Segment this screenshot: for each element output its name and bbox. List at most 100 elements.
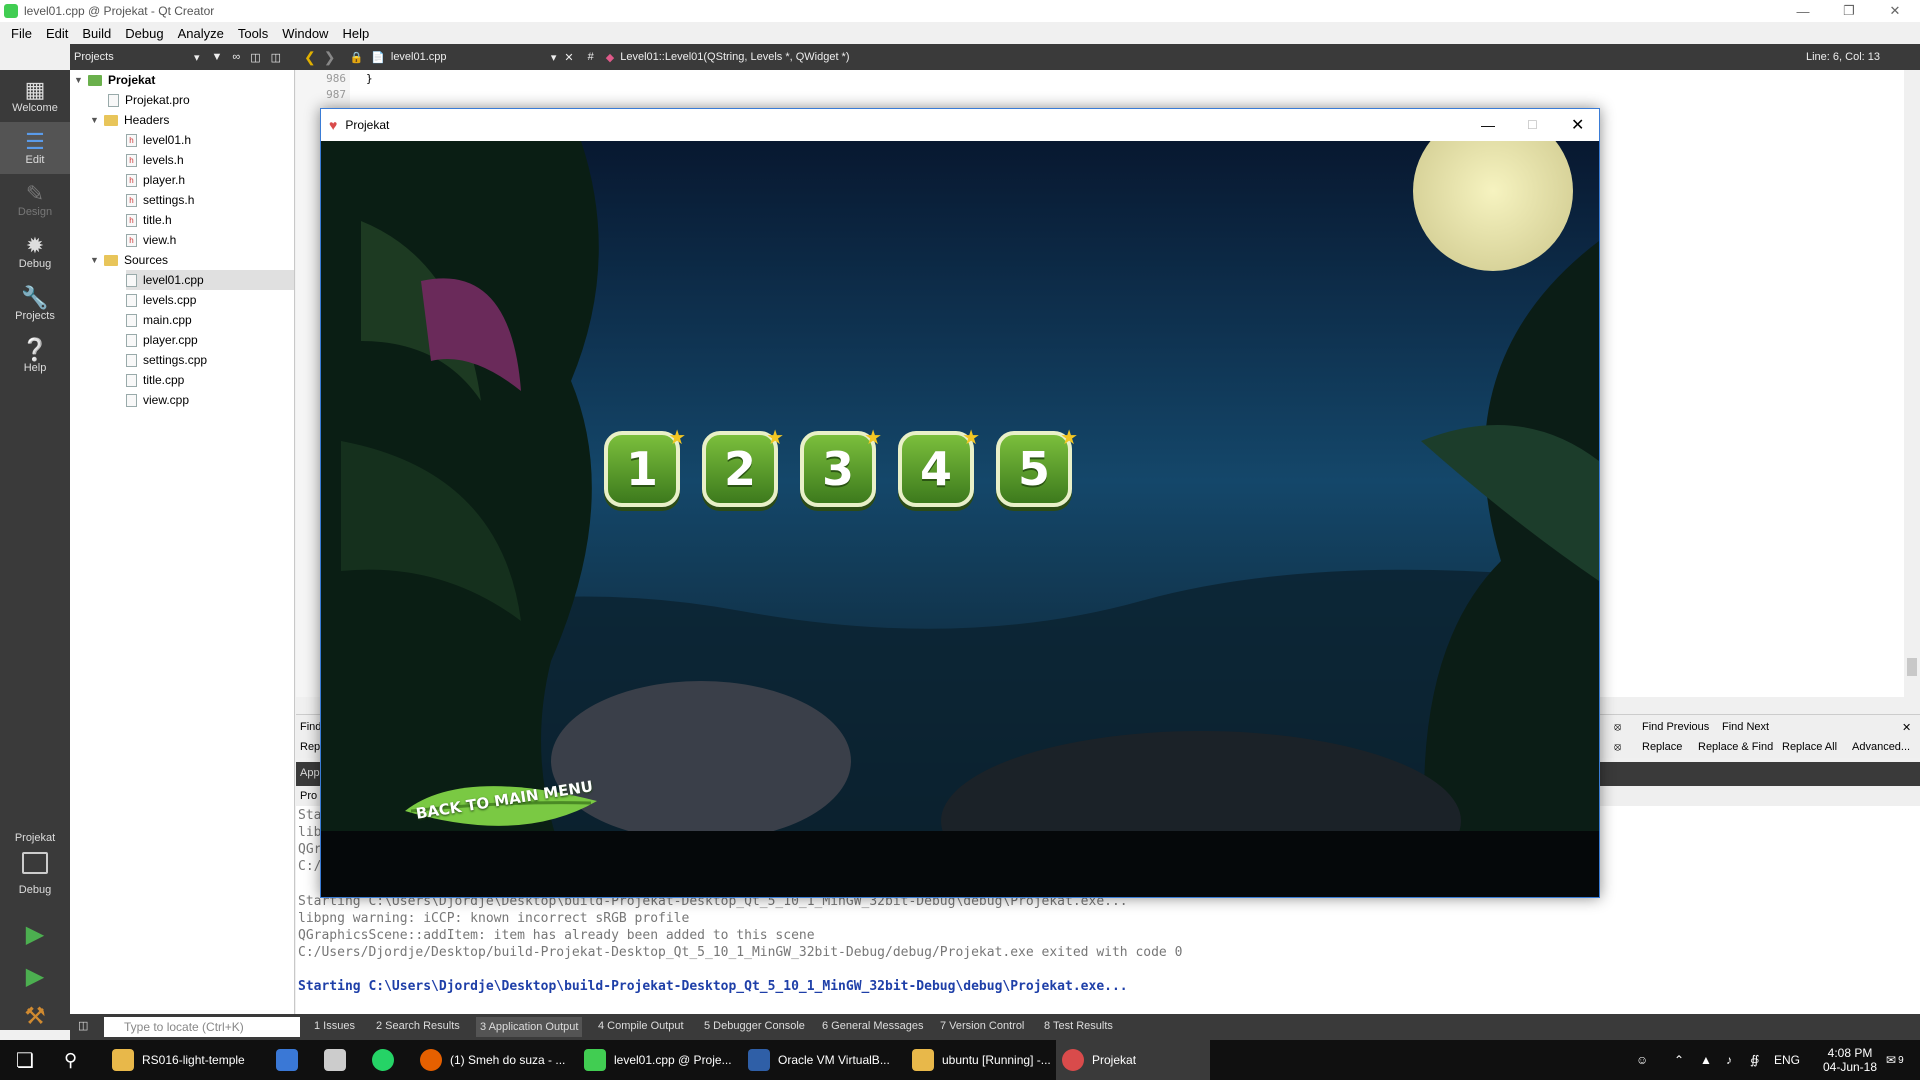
tree-item[interactable]: title.cpp [126, 370, 184, 390]
taskbar-item[interactable]: (1) Smeh do suza - ... [414, 1040, 574, 1080]
back-to-main-menu-button[interactable]: BACK TO MAIN MENU [401, 771, 601, 841]
sidebar-toggle-icon[interactable]: ◫ [78, 1019, 88, 1032]
editor-scrollbar[interactable] [1904, 70, 1920, 710]
tab-general-messages[interactable]: 6 General Messages [822, 1020, 924, 1032]
mode-projects[interactable]: 🔧 Projects [0, 278, 70, 330]
taskbar-item[interactable]: ubuntu [Running] -... [906, 1040, 1066, 1080]
level-2-button[interactable]: 2 ★ [702, 427, 784, 507]
level-3-button[interactable]: 3 ★ [800, 427, 882, 507]
tab-issues[interactable]: 1 Issues [314, 1020, 355, 1032]
restore-button[interactable]: ❐ [1826, 0, 1872, 22]
back-arrow-icon[interactable]: ❮ [304, 49, 316, 66]
menu-help[interactable]: Help [335, 26, 376, 41]
tree-item[interactable]: main.cpp [126, 310, 192, 330]
search-icon[interactable]: ⚲ [58, 1040, 77, 1080]
tab-debugger-console[interactable]: 5 Debugger Console [704, 1020, 805, 1032]
find-next-button[interactable]: Find Next [1722, 721, 1769, 733]
close-panel-icon[interactable]: ◫ [271, 51, 281, 64]
close-button[interactable]: ✕ [1872, 0, 1918, 22]
people-icon[interactable]: ☺ [1636, 1040, 1648, 1080]
tree-item[interactable]: h view.h [126, 230, 176, 250]
taskbar-item[interactable] [270, 1040, 314, 1080]
symbol-selector[interactable]: Level01::Level01(QString, Levels *, QWid… [620, 51, 849, 63]
link-icon[interactable]: ∞ [232, 51, 240, 63]
debug-run-icon[interactable]: ▶ [20, 962, 50, 992]
taskbar-item[interactable]: Oracle VM VirtualB... [742, 1040, 902, 1080]
scrollbar-thumb[interactable] [1907, 658, 1917, 676]
volume-icon[interactable]: ♪ [1726, 1040, 1732, 1080]
tree-root[interactable]: ▼ Projekat [74, 70, 155, 90]
tree-item[interactable]: settings.cpp [126, 350, 207, 370]
level-1-button[interactable]: 1 ★ [604, 427, 686, 507]
replace-find-button[interactable]: Replace & Find [1698, 741, 1773, 753]
network-icon[interactable]: ▲ [1700, 1040, 1712, 1080]
close-icon[interactable]: ✕ [1902, 721, 1911, 734]
tab-search-results[interactable]: 2 Search Results [376, 1020, 460, 1032]
tree-item[interactable]: h level01.h [126, 130, 191, 150]
menu-window[interactable]: Window [275, 26, 335, 41]
advanced-button[interactable]: Advanced... [1852, 741, 1910, 753]
expand-arrow-icon[interactable]: ▼ [74, 75, 88, 85]
tree-item-pro[interactable]: Projekat.pro [108, 90, 190, 110]
filter-icon[interactable]: ▼ [212, 51, 223, 63]
tab-version-control[interactable]: 7 Version Control [940, 1020, 1024, 1032]
mode-edit[interactable]: ☰ Edit [0, 122, 70, 174]
menu-build[interactable]: Build [75, 26, 118, 41]
clear-find-icon[interactable]: ⦻ [1614, 721, 1621, 734]
monitor-icon[interactable] [22, 852, 48, 874]
tab-application-output[interactable]: 3 Application Output [476, 1017, 583, 1037]
forward-arrow-icon[interactable]: ❯ [324, 49, 336, 66]
expand-arrow-icon[interactable]: ▼ [90, 115, 104, 125]
chevron-up-icon[interactable]: ⌃ [1674, 1040, 1684, 1080]
tree-item[interactable]: view.cpp [126, 390, 189, 410]
minimize-button[interactable]: — [1780, 0, 1826, 22]
language-indicator[interactable]: ENG [1774, 1040, 1800, 1080]
menu-analyze[interactable]: Analyze [171, 26, 231, 41]
expand-arrow-icon[interactable]: ▼ [90, 255, 104, 265]
tree-item[interactable]: levels.cpp [126, 290, 196, 310]
menu-tools[interactable]: Tools [231, 26, 275, 41]
open-file-selector[interactable]: level01.cpp [391, 51, 551, 63]
taskbar-item[interactable] [366, 1040, 410, 1080]
find-previous-button[interactable]: Find Previous [1642, 721, 1709, 733]
level-4-button[interactable]: 4 ★ [898, 427, 980, 507]
replace-button[interactable]: Replace [1642, 741, 1682, 753]
chevron-down-icon[interactable]: ▾ [194, 51, 200, 64]
clear-replace-icon[interactable]: ⦻ [1614, 741, 1621, 754]
mode-welcome[interactable]: ▦ Welcome [0, 70, 70, 122]
tree-item[interactable]: h settings.h [126, 190, 194, 210]
taskbar-item[interactable]: level01.cpp @ Proje... [578, 1040, 738, 1080]
tab-compile-output[interactable]: 4 Compile Output [598, 1020, 684, 1032]
projects-selector[interactable]: Projects [74, 51, 194, 63]
replace-all-button[interactable]: Replace All [1782, 741, 1837, 753]
bluetooth-icon[interactable]: ∯ [1750, 1040, 1759, 1080]
taskbar-item-active[interactable]: Projekat [1056, 1040, 1210, 1080]
tree-item[interactable]: h levels.h [126, 150, 184, 170]
taskbar-item[interactable] [318, 1040, 362, 1080]
taskbar-item[interactable]: RS016-light-temple [106, 1040, 266, 1080]
maximize-button[interactable]: ☐ [1527, 118, 1538, 132]
windows-start-icon[interactable]: ❏ [10, 1040, 34, 1080]
tree-folder-sources[interactable]: ▼ Sources [90, 250, 168, 270]
split-icon[interactable]: ◫ [250, 51, 260, 64]
build-hammer-icon[interactable]: ⚒ [20, 1002, 50, 1032]
menu-file[interactable]: File [4, 26, 39, 41]
chevron-down-icon[interactable]: ▾ [551, 51, 557, 64]
tree-item-selected[interactable]: level01.cpp [126, 270, 294, 290]
tree-folder-headers[interactable]: ▼ Headers [90, 110, 169, 130]
tree-item[interactable]: h player.h [126, 170, 185, 190]
tree-item[interactable]: h title.h [126, 210, 172, 230]
close-button[interactable]: ✕ [1571, 115, 1584, 135]
tree-item[interactable]: player.cpp [126, 330, 198, 350]
run-icon[interactable]: ▶ [20, 920, 50, 950]
menu-debug[interactable]: Debug [118, 26, 170, 41]
locator-input[interactable]: Type to locate (Ctrl+K) [104, 1017, 300, 1037]
mode-debug[interactable]: ✹ Debug [0, 226, 70, 278]
mode-design[interactable]: ✎ Design [0, 174, 70, 226]
menu-edit[interactable]: Edit [39, 26, 75, 41]
level-5-button[interactable]: 5 ★ [996, 427, 1078, 507]
clock[interactable]: 4:08 PM 04-Jun-18 [1810, 1040, 1890, 1080]
notifications-icon[interactable]: ✉ 9 [1886, 1040, 1904, 1080]
cursor-position[interactable]: Line: 6, Col: 13 [1806, 51, 1880, 63]
minimize-button[interactable]: — [1481, 117, 1495, 133]
